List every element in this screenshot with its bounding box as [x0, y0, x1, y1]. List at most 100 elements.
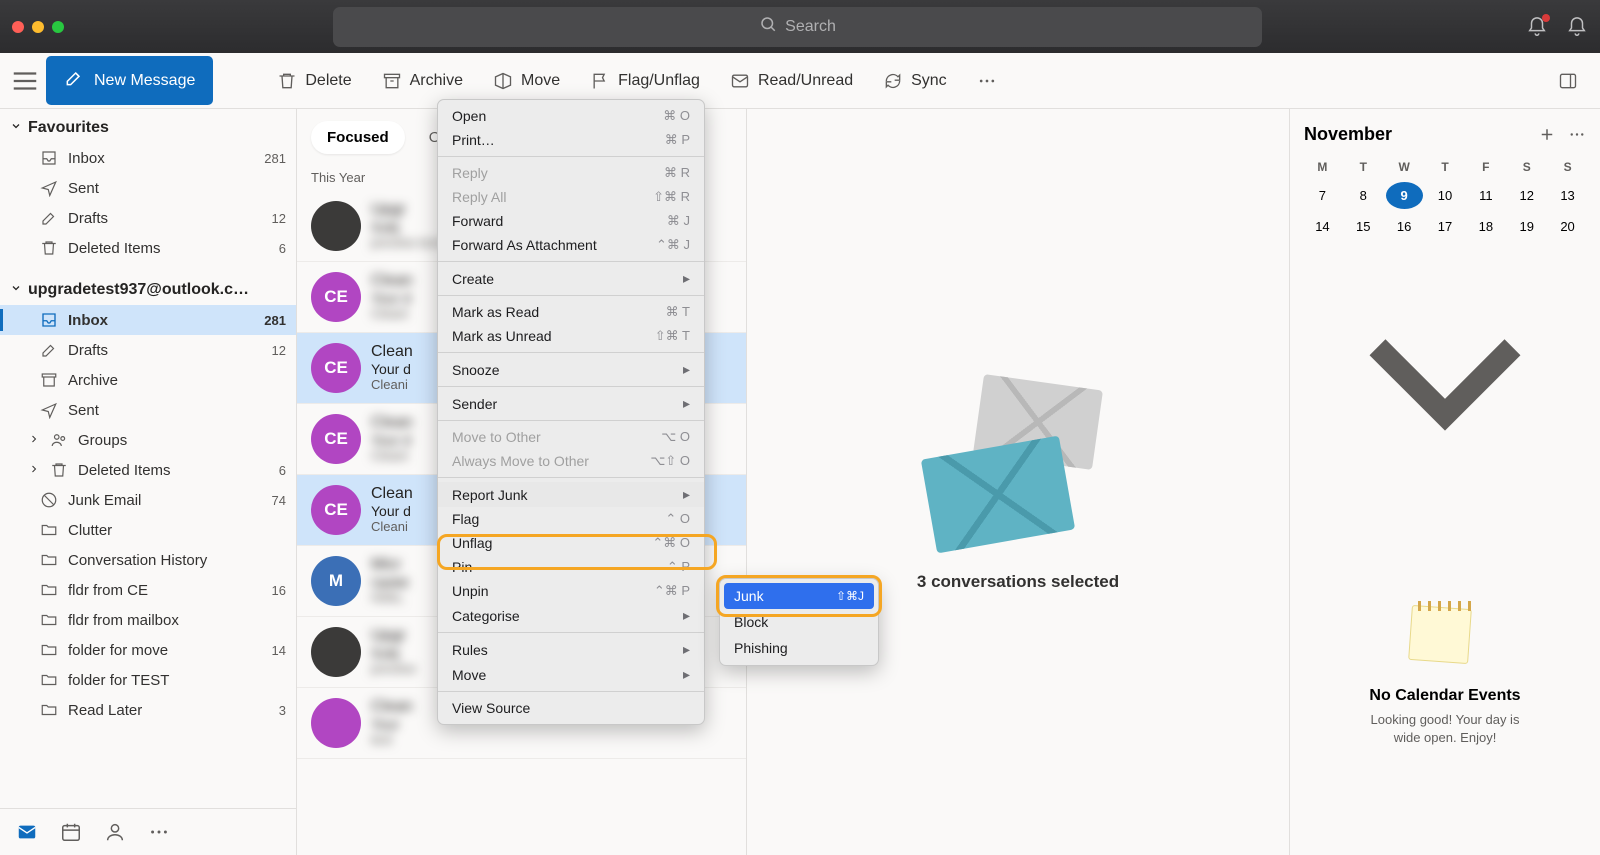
- calendar-dow: S: [1508, 156, 1545, 178]
- submenu-junk[interactable]: Junk⇧⌘J: [724, 583, 874, 609]
- sidebar-item-fldr-mailbox[interactable]: fldr from mailbox: [0, 605, 296, 635]
- sidebar-item-clutter[interactable]: Clutter: [0, 515, 296, 545]
- folder-icon: [40, 701, 58, 719]
- flag-button[interactable]: Flag/Unflag: [578, 63, 712, 99]
- submenu-phishing[interactable]: Phishing: [720, 635, 878, 661]
- sidebar-item-fldr-ce[interactable]: fldr from CE 16: [0, 575, 296, 605]
- more-toolbar-button[interactable]: [965, 63, 1009, 99]
- calendar-day[interactable]: 9: [1386, 182, 1423, 209]
- titlebar: Search: [0, 0, 1600, 53]
- draft-icon: [40, 341, 58, 359]
- sidebar-item-sent[interactable]: Sent: [0, 395, 296, 425]
- calendar-day[interactable]: 13: [1549, 182, 1586, 209]
- ctx-pin[interactable]: Pin⌃ P: [438, 555, 704, 579]
- search-input[interactable]: Search: [333, 7, 1262, 47]
- sidebar-item-junk[interactable]: Junk Email 74: [0, 485, 296, 515]
- sidebar-item-sent-fav[interactable]: Sent: [0, 173, 296, 203]
- avatar: CE: [311, 343, 361, 393]
- ctx-forward-attachment[interactable]: Forward As Attachment⌃⌘ J: [438, 233, 704, 257]
- sidebar-item-folder-test[interactable]: folder for TEST: [0, 665, 296, 695]
- ctx-categorise[interactable]: Categorise▸: [438, 603, 704, 628]
- calendar-day[interactable]: 19: [1508, 213, 1545, 240]
- move-button[interactable]: Move: [481, 63, 572, 99]
- ctx-flag[interactable]: Flag⌃ O: [438, 507, 704, 531]
- new-message-button[interactable]: New Message: [46, 56, 213, 105]
- ctx-report-junk[interactable]: Report Junk▸: [438, 482, 704, 507]
- reading-pane: 3 conversations selected: [747, 109, 1290, 855]
- calendar-day[interactable]: 10: [1427, 182, 1464, 209]
- envelope-illustration: [918, 372, 1118, 552]
- more-nav-button[interactable]: [148, 821, 170, 843]
- mail-nav-button[interactable]: [16, 821, 38, 843]
- ctx-unflag[interactable]: Unflag⌃⌘ O: [438, 531, 704, 555]
- calendar-day[interactable]: 14: [1304, 213, 1341, 240]
- ctx-unpin[interactable]: Unpin⌃⌘ P: [438, 579, 704, 603]
- calendar-expand-button[interactable]: [1304, 240, 1586, 527]
- notepad-illustration: [1410, 607, 1480, 667]
- favourites-header[interactable]: Favourites: [0, 109, 296, 143]
- calendar-day[interactable]: 15: [1345, 213, 1382, 240]
- calendar-dow: T: [1345, 156, 1382, 178]
- sidebar-item-inbox[interactable]: Inbox 281: [0, 305, 296, 335]
- calendar-day[interactable]: 7: [1304, 182, 1341, 209]
- minimize-window-button[interactable]: [32, 21, 44, 33]
- sidebar-item-drafts[interactable]: Drafts 12: [0, 335, 296, 365]
- selection-count-text: 3 conversations selected: [917, 572, 1119, 592]
- ctx-create[interactable]: Create▸: [438, 266, 704, 291]
- report-junk-submenu: Junk⇧⌘J Block Phishing: [719, 578, 879, 666]
- archive-button[interactable]: Archive: [370, 63, 475, 99]
- close-window-button[interactable]: [12, 21, 24, 33]
- sidebar-item-deleted-fav[interactable]: Deleted Items 6: [0, 233, 296, 263]
- hamburger-menu-button[interactable]: [10, 66, 40, 96]
- mail-icon: [730, 71, 750, 91]
- ctx-snooze[interactable]: Snooze▸: [438, 357, 704, 382]
- sidebar-item-drafts-fav[interactable]: Drafts 12: [0, 203, 296, 233]
- ctx-mark-read[interactable]: Mark as Read⌘ T: [438, 300, 704, 324]
- sidebar-item-read-later[interactable]: Read Later 3: [0, 695, 296, 725]
- calendar-more-button[interactable]: [1568, 123, 1586, 146]
- sidebar-item-archive[interactable]: Archive: [0, 365, 296, 395]
- tab-focused[interactable]: Focused: [311, 121, 405, 154]
- ctx-sender[interactable]: Sender▸: [438, 391, 704, 416]
- sidebar-item-conversation-history[interactable]: Conversation History: [0, 545, 296, 575]
- account-header[interactable]: upgradetest937@outlook.c…: [0, 271, 296, 305]
- ctx-rules[interactable]: Rules▸: [438, 637, 704, 662]
- calendar-day[interactable]: 8: [1345, 182, 1382, 209]
- calendar-day[interactable]: 17: [1427, 213, 1464, 240]
- ctx-forward[interactable]: Forward⌘ J: [438, 209, 704, 233]
- calendar-day[interactable]: 16: [1386, 213, 1423, 240]
- sidebar-item-inbox-fav[interactable]: Inbox 281: [0, 143, 296, 173]
- ctx-print[interactable]: Print…⌘ P: [438, 128, 704, 152]
- sidebar-item-deleted[interactable]: Deleted Items 6: [0, 455, 296, 485]
- ctx-view-source[interactable]: View Source: [438, 696, 704, 720]
- ctx-always-move: Always Move to Other⌥⇧ O: [438, 449, 704, 473]
- people-nav-button[interactable]: [104, 821, 126, 843]
- avatar: CE: [311, 414, 361, 464]
- delete-button[interactable]: Delete: [265, 63, 363, 99]
- ctx-open[interactable]: Open⌘ O: [438, 104, 704, 128]
- notifications-icon[interactable]: [1526, 16, 1548, 38]
- draft-icon: [40, 209, 58, 227]
- submenu-block[interactable]: Block: [720, 609, 878, 635]
- calendar-day[interactable]: 11: [1467, 182, 1504, 209]
- ctx-mark-unread[interactable]: Mark as Unread⇧⌘ T: [438, 324, 704, 348]
- sync-button[interactable]: Sync: [871, 63, 959, 99]
- calendar-nav-button[interactable]: [60, 821, 82, 843]
- read-unread-button[interactable]: Read/Unread: [718, 63, 865, 99]
- ctx-move[interactable]: Move▸: [438, 662, 704, 687]
- sidebar-item-groups[interactable]: Groups: [0, 425, 296, 455]
- folder-icon: [40, 521, 58, 539]
- calendar-dow: W: [1386, 156, 1423, 178]
- calendar-day[interactable]: 20: [1549, 213, 1586, 240]
- bell-icon[interactable]: [1566, 16, 1588, 38]
- maximize-window-button[interactable]: [52, 21, 64, 33]
- calendar-day[interactable]: 12: [1508, 182, 1545, 209]
- panel-toggle-button[interactable]: [1546, 63, 1590, 99]
- ctx-reply: Reply⌘ R: [438, 161, 704, 185]
- toolbar: New Message Delete Archive Move Flag/Unf…: [0, 53, 1600, 109]
- search-placeholder: Search: [785, 18, 836, 36]
- calendar-day[interactable]: 18: [1467, 213, 1504, 240]
- avatar: [311, 201, 361, 251]
- add-event-button[interactable]: [1538, 123, 1556, 146]
- sidebar-item-folder-move[interactable]: folder for move 14: [0, 635, 296, 665]
